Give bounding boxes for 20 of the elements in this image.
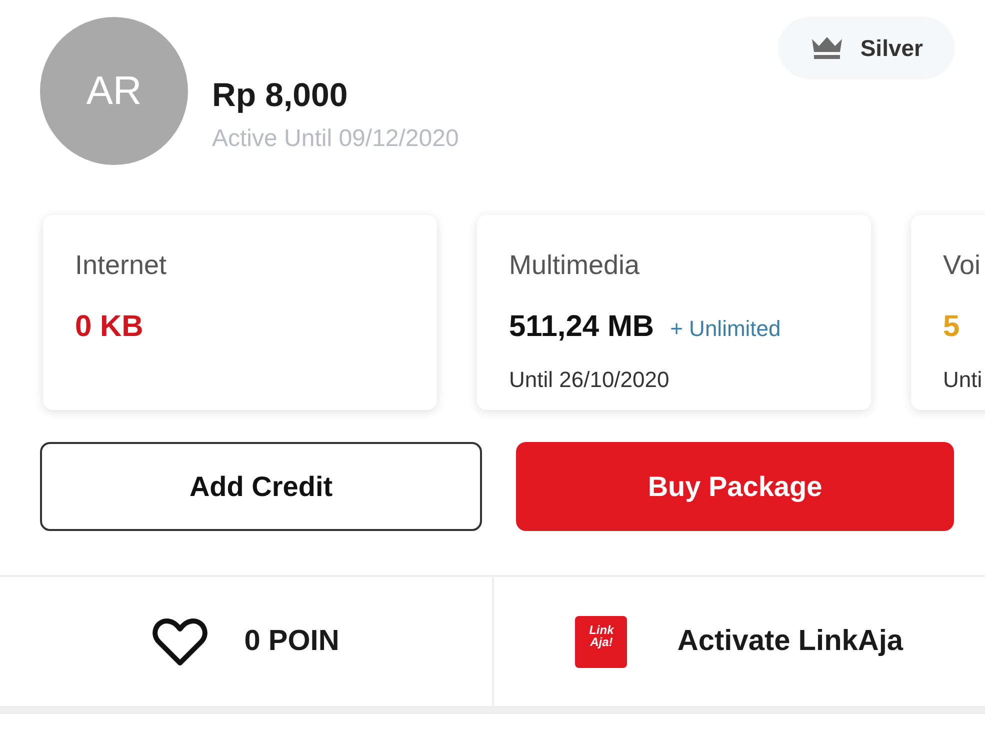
quota-value: 0 KB (75, 308, 144, 344)
heart-icon (152, 616, 208, 666)
quota-value: 511,24 MB (509, 308, 654, 344)
balance: Rp 8,000 (212, 75, 349, 115)
avatar: AR (40, 17, 188, 165)
active-until-text: Active Until 09/12/2020 (212, 124, 459, 154)
activate-linkaja-button[interactable]: Link Aja! Activate LinkAja (492, 577, 985, 706)
tier-label: Silver (860, 34, 923, 63)
until-date: Until 26/10/2020 (509, 366, 670, 394)
buy-package-button[interactable]: Buy Package (516, 442, 954, 531)
until-date: Unti (943, 366, 984, 394)
quota-label: Internet (75, 249, 168, 282)
points-button[interactable]: 0 POIN (0, 577, 492, 706)
linkaja-logo: Link Aja! (575, 616, 628, 668)
quota-value: 5 (943, 308, 960, 344)
quota-label: Multimedia (509, 249, 641, 282)
add-credit-button[interactable]: Add Credit (40, 442, 482, 531)
quota-label: Voi (943, 249, 982, 282)
unlimited-text: + Unlimited (670, 314, 781, 342)
crown-icon (810, 35, 844, 61)
